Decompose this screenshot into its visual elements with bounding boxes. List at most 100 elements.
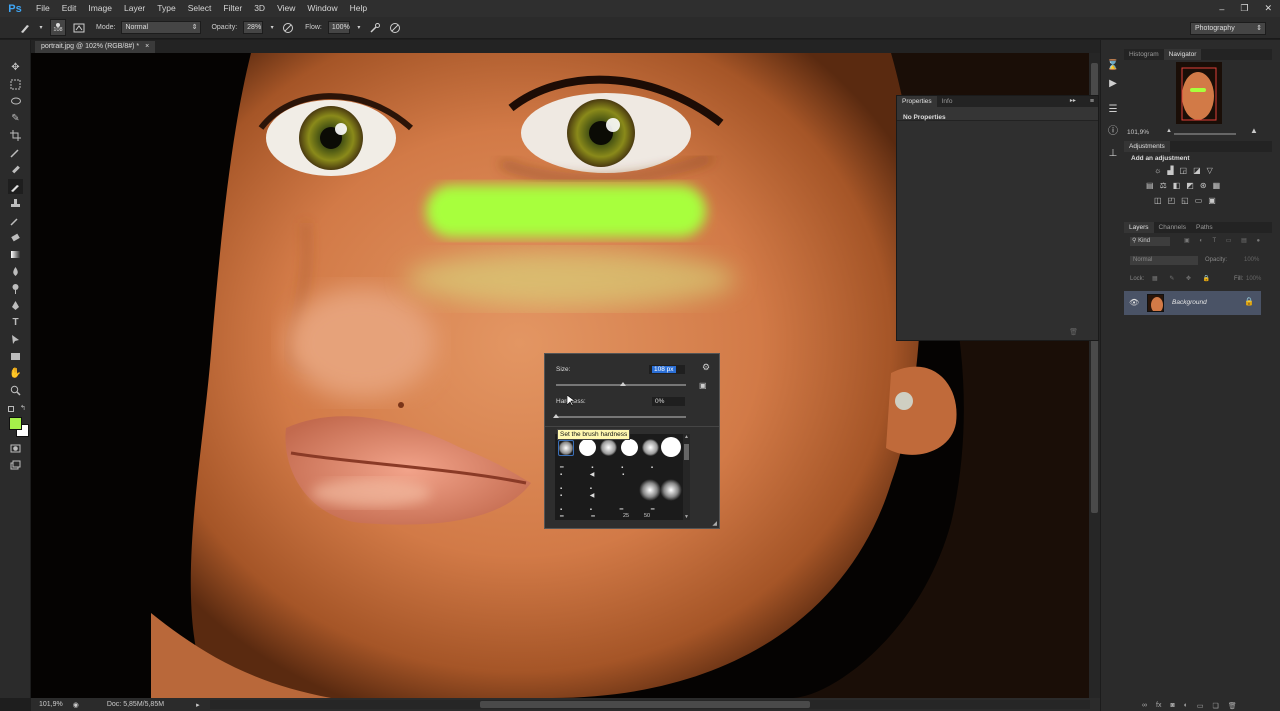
- lasso-tool-icon[interactable]: [8, 94, 23, 109]
- tab-histogram[interactable]: Histogram: [1124, 49, 1164, 60]
- properties-icon[interactable]: ☰: [1106, 102, 1120, 116]
- hardness-slider-thumb[interactable]: [553, 414, 559, 418]
- new-adjustment-icon[interactable]: ◐: [1184, 702, 1188, 709]
- layer-kind-filter[interactable]: ⚲ Kind: [1130, 237, 1170, 246]
- zoom-in-icon[interactable]: ▲: [1250, 126, 1258, 135]
- menu-select[interactable]: Select: [182, 0, 218, 17]
- menu-file[interactable]: File: [30, 0, 56, 17]
- black-white-icon[interactable]: ◧: [1173, 181, 1181, 190]
- lock-pixels-icon[interactable]: ✎: [1169, 276, 1179, 282]
- workspace-switcher[interactable]: Photography ⇕: [1190, 22, 1266, 35]
- menu-3d[interactable]: 3D: [248, 0, 271, 17]
- curves-icon[interactable]: ◲: [1180, 166, 1188, 175]
- pen-tool-icon[interactable]: [8, 298, 23, 313]
- eraser-tool-icon[interactable]: [8, 230, 23, 245]
- selective-color-icon[interactable]: ▣: [1208, 196, 1216, 205]
- info-panel-icon[interactable]: ⓘ: [1106, 122, 1120, 137]
- shape-filter-icon[interactable]: ▭: [1226, 238, 1236, 244]
- menu-image[interactable]: Image: [82, 0, 118, 17]
- actions-play-icon[interactable]: ▶: [1106, 76, 1120, 90]
- lock-transparent-icon[interactable]: ▦: [1152, 276, 1163, 282]
- type-filter-icon[interactable]: T: [1213, 238, 1221, 244]
- play-icon[interactable]: ▸: [196, 701, 200, 709]
- color-balance-icon[interactable]: ⚖: [1160, 181, 1167, 190]
- smart-object-filter-icon[interactable]: ▤: [1241, 238, 1251, 244]
- move-tool-icon[interactable]: ✥: [8, 60, 23, 75]
- close-tab-icon[interactable]: ×: [145, 43, 149, 50]
- brush-size-preview[interactable]: 108: [50, 19, 66, 36]
- hardness-slider[interactable]: [556, 416, 686, 418]
- brush-tip[interactable]: [579, 439, 596, 456]
- brush-tip[interactable]: [642, 439, 659, 456]
- panel-menu-icon[interactable]: ≡: [1090, 96, 1094, 107]
- blur-tool-icon[interactable]: [8, 264, 23, 279]
- menu-layer[interactable]: Layer: [118, 0, 151, 17]
- posterize-icon[interactable]: ◰: [1168, 196, 1176, 205]
- horizontal-scrollbar[interactable]: [210, 700, 1090, 709]
- pressure-size-icon[interactable]: [388, 21, 402, 35]
- properties-trash-icon[interactable]: 🗑: [1069, 328, 1078, 336]
- brush-tip[interactable]: [621, 439, 638, 456]
- scroll-down-icon[interactable]: ▼: [684, 514, 689, 520]
- history-icon[interactable]: ⌛: [1106, 58, 1120, 72]
- eye-visibility-icon[interactable]: 👁: [1129, 298, 1139, 307]
- dodge-tool-icon[interactable]: [8, 281, 23, 296]
- tab-navigator[interactable]: Navigator: [1163, 49, 1202, 60]
- chevron-down-icon[interactable]: ▾: [356, 21, 362, 35]
- tab-layers[interactable]: Layers: [1124, 222, 1154, 233]
- new-group-icon[interactable]: ▭: [1197, 702, 1204, 710]
- history-brush-tool-icon[interactable]: [8, 213, 23, 228]
- invert-icon[interactable]: ◫: [1154, 196, 1162, 205]
- menu-edit[interactable]: Edit: [56, 0, 83, 17]
- navigator-thumbnail[interactable]: [1176, 62, 1222, 124]
- brush-tip-grid[interactable]: ━ ▪ ▪ ▪ ▪ ◀ ▪ ▪ ▪ ▪ ◀ ▪ ▪ ━ ━ ━ ━ 25 50: [555, 434, 683, 520]
- brush-tool-icon[interactable]: [8, 179, 23, 194]
- hand-tool-icon[interactable]: ✋: [8, 366, 23, 381]
- info-icon[interactable]: ◉: [73, 701, 79, 709]
- adjustment-filter-icon[interactable]: ◐: [1199, 238, 1207, 244]
- brush-tip[interactable]: [660, 479, 682, 501]
- layer-opacity-value[interactable]: 100%: [1244, 257, 1259, 263]
- layer-blend-mode-select[interactable]: Normal: [1130, 256, 1198, 265]
- tab-channels[interactable]: Channels: [1154, 222, 1191, 233]
- gradient-tool-icon[interactable]: [8, 247, 23, 262]
- menu-view[interactable]: View: [271, 0, 301, 17]
- swap-colors-icon[interactable]: ↰: [20, 404, 26, 412]
- scroll-up-icon[interactable]: ▲: [684, 434, 689, 440]
- restore-button[interactable]: ❐: [1240, 3, 1248, 14]
- settings-gear-icon[interactable]: ⚙: [702, 362, 710, 373]
- flow-field[interactable]: 100%: [327, 21, 350, 34]
- lock-all-icon[interactable]: 🔒: [1203, 276, 1215, 282]
- document-tab[interactable]: portrait.jpg @ 102% (RGB/8#) * ×: [35, 41, 156, 53]
- collapse-panel-icon[interactable]: ▸▸: [1070, 96, 1076, 107]
- layer-row-background[interactable]: 👁 Background 🔒: [1124, 291, 1261, 315]
- size-input[interactable]: 108 px: [649, 365, 685, 374]
- mode-select[interactable]: Normal ⇕: [121, 21, 202, 34]
- channel-mixer-icon[interactable]: ⊛: [1200, 181, 1207, 190]
- zoom-out-icon[interactable]: ▲: [1166, 128, 1172, 134]
- zoom-level[interactable]: 101,9%: [39, 701, 63, 708]
- horizontal-scroll-thumb[interactable]: [480, 701, 810, 708]
- minimize-button[interactable]: –: [1219, 4, 1224, 14]
- healing-brush-tool-icon[interactable]: [8, 162, 23, 177]
- menu-window[interactable]: Window: [301, 0, 343, 17]
- exposure-icon[interactable]: ◪: [1193, 166, 1201, 175]
- pixel-filter-icon[interactable]: ▣: [1184, 238, 1194, 244]
- hue-saturation-icon[interactable]: ▤: [1146, 181, 1154, 190]
- brush-presets-icon[interactable]: ⊥: [1106, 146, 1120, 160]
- tab-adjustments[interactable]: Adjustments: [1124, 141, 1170, 152]
- zoom-tool-icon[interactable]: [8, 383, 23, 398]
- color-lookup-icon[interactable]: ▦: [1213, 181, 1221, 190]
- pressure-opacity-icon[interactable]: [281, 21, 295, 35]
- menu-type[interactable]: Type: [151, 0, 181, 17]
- layer-fill-value[interactable]: 100%: [1246, 276, 1261, 282]
- size-slider-thumb[interactable]: [620, 382, 626, 386]
- quick-selection-tool-icon[interactable]: ✎: [8, 111, 23, 126]
- new-preset-icon[interactable]: ▣: [699, 381, 707, 390]
- brush-grid-scrollbar[interactable]: ▲ ▼: [683, 434, 690, 520]
- rectangle-tool-icon[interactable]: [8, 349, 23, 364]
- hardness-input[interactable]: 0%: [652, 397, 685, 406]
- levels-icon[interactable]: ▟: [1167, 166, 1173, 175]
- marquee-tool-icon[interactable]: [8, 77, 23, 92]
- vibrance-icon[interactable]: ▽: [1207, 166, 1213, 175]
